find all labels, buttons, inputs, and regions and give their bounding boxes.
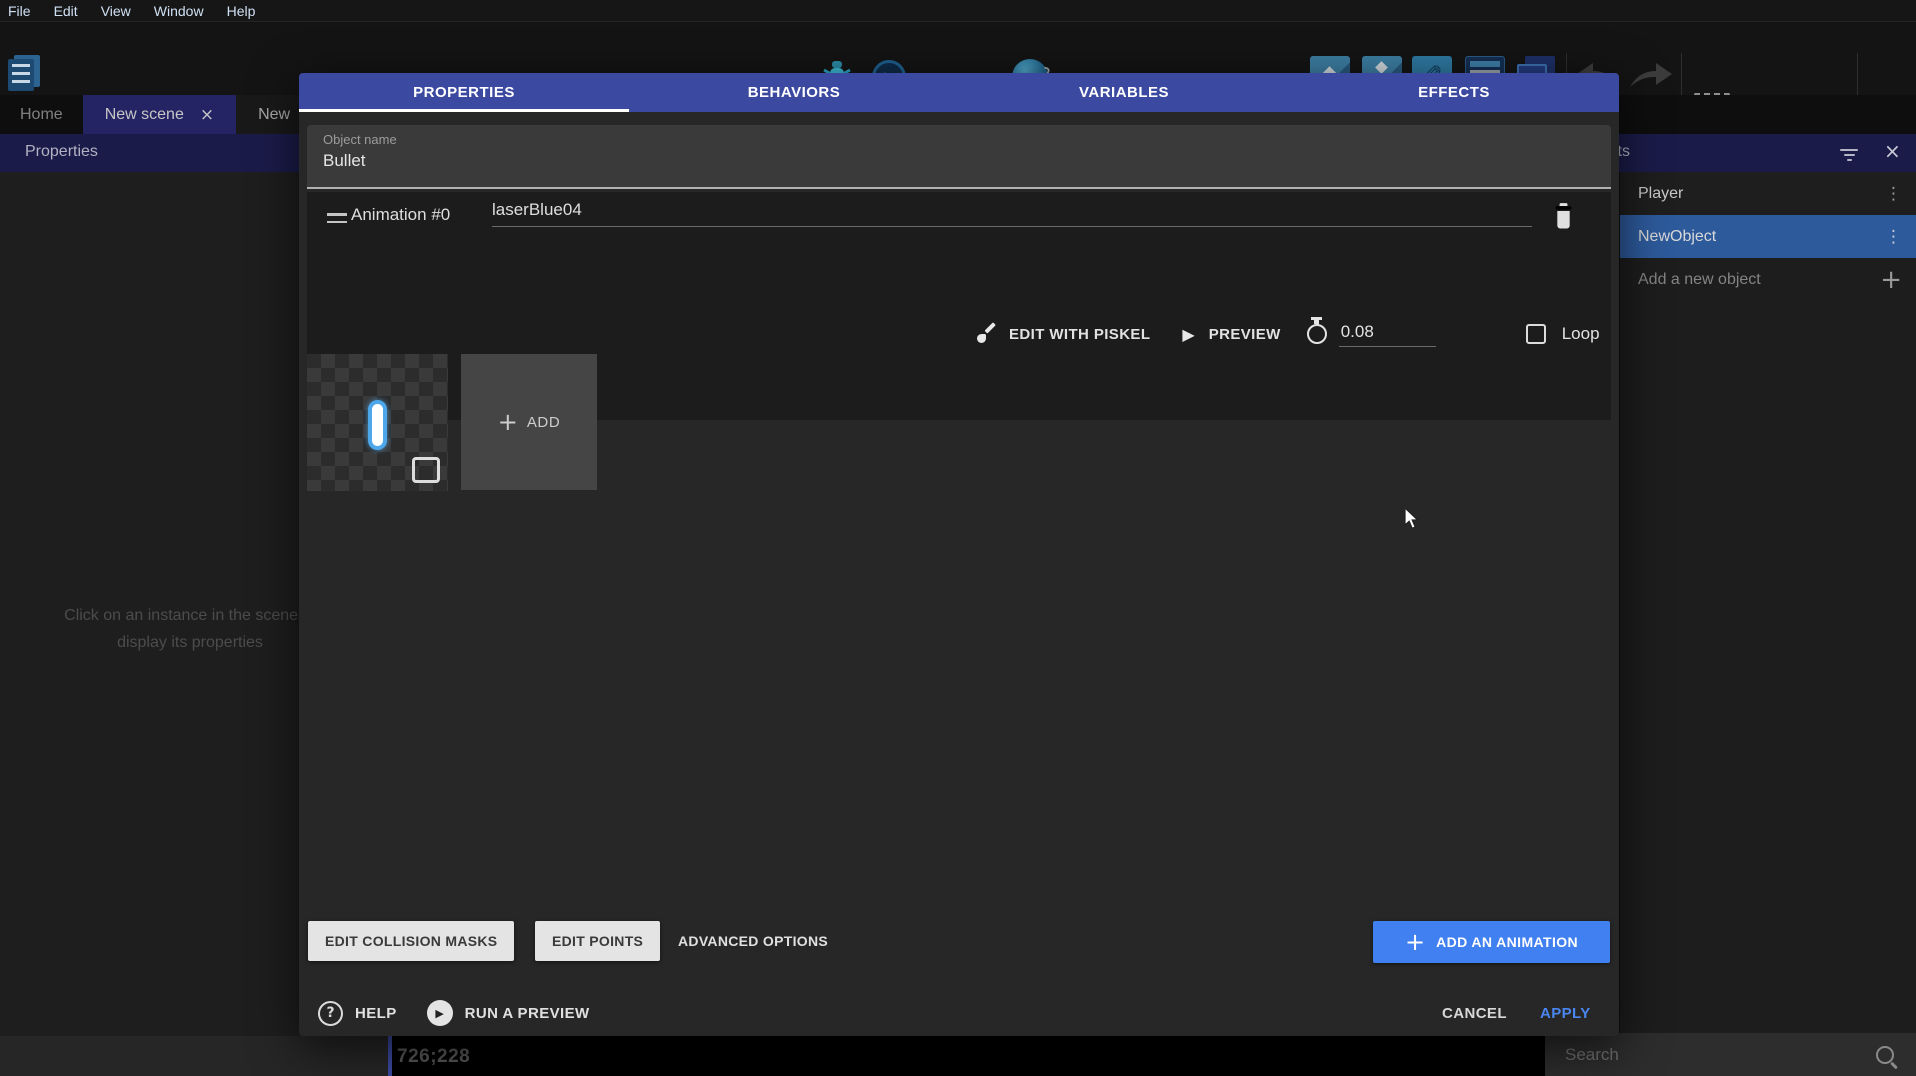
frame-thumbnail[interactable]: [307, 354, 448, 491]
tab-home[interactable]: Home: [0, 95, 83, 134]
menu-edit[interactable]: Edit: [54, 3, 91, 19]
edit-points-button[interactable]: EDIT POINTS: [535, 921, 660, 961]
run-preview-icon: ▶: [427, 1000, 453, 1026]
tab-effects[interactable]: EFFECTS: [1289, 73, 1619, 112]
plus-icon[interactable]: +: [1880, 265, 1902, 295]
advanced-options-button[interactable]: ADVANCED OPTIONS: [664, 921, 842, 961]
menu-file[interactable]: File: [8, 3, 44, 19]
menu-bar: File Edit View Window Help: [0, 0, 1916, 22]
animation-title: Animation #0: [351, 205, 450, 225]
object-name-label: Object name: [323, 132, 397, 147]
left-panel-footer: [0, 1036, 388, 1076]
object-name-input[interactable]: [323, 151, 1523, 171]
edit-with-piskel-button[interactable]: EDIT WITH PISKEL: [1009, 326, 1150, 343]
animation-card: Animation #0 EDIT WITH PISKEL ▶ PREVIEW …: [307, 192, 1611, 420]
search-input[interactable]: [1545, 1045, 1876, 1065]
search-icon[interactable]: [1876, 1046, 1894, 1064]
kebab-menu-icon[interactable]: ⋮: [1885, 184, 1902, 204]
dialog-tab-bar: PROPERTIES BEHAVIORS VARIABLES EFFECTS: [299, 73, 1619, 112]
kebab-menu-icon[interactable]: ⋮: [1885, 227, 1902, 247]
tab-new-scene[interactable]: New scene ×: [83, 95, 236, 134]
loop-label: Loop: [1562, 324, 1600, 344]
plus-icon: +: [498, 410, 518, 434]
properties-panel-title: Properties: [25, 143, 98, 161]
active-tab-underline: [299, 109, 629, 112]
toolbar-separator: [1681, 53, 1682, 99]
brush-icon: [977, 325, 995, 343]
time-between-frames-input[interactable]: [1339, 322, 1436, 347]
scene-canvas[interactable]: [392, 1036, 1545, 1076]
menu-view[interactable]: View: [101, 3, 144, 19]
dialog-footer-left: ? HELP ▶ RUN A PREVIEW: [318, 993, 590, 1033]
add-new-object-row[interactable]: Add a new object +: [1620, 258, 1916, 301]
tab-behaviors[interactable]: BEHAVIORS: [629, 73, 959, 112]
redo-icon[interactable]: [1630, 61, 1672, 93]
animation-name-input[interactable]: [492, 200, 1532, 227]
help-button[interactable]: HELP: [355, 1005, 397, 1022]
add-frame-button[interactable]: + ADD: [461, 354, 597, 490]
frame-checkbox[interactable]: [412, 457, 440, 483]
menu-help[interactable]: Help: [227, 3, 269, 19]
apply-button[interactable]: APPLY: [1540, 1005, 1591, 1022]
object-row-newobject-selected[interactable]: NewObject ⋮: [1620, 215, 1916, 258]
add-object-label: Add a new object: [1638, 271, 1761, 289]
project-manager-icon[interactable]: [8, 59, 34, 91]
object-editor-dialog: PROPERTIES BEHAVIORS VARIABLES EFFECTS O…: [299, 73, 1619, 1036]
object-row-player[interactable]: Player ⋮: [1620, 172, 1916, 215]
drag-handle-icon[interactable]: [327, 208, 347, 228]
object-name-field[interactable]: Object name: [307, 125, 1611, 189]
stopwatch-icon: [1307, 324, 1327, 344]
objects-panel: Player ⋮ NewObject ⋮ Add a new object +: [1620, 172, 1916, 1033]
animation-tools-row: EDIT WITH PISKEL ▶ PREVIEW Loop: [977, 315, 1600, 353]
edit-collision-masks-button[interactable]: EDIT COLLISION MASKS: [308, 921, 514, 961]
cursor-coordinates: 726;228: [397, 1046, 470, 1068]
object-name-label: Player: [1638, 185, 1683, 203]
object-name-label: NewObject: [1638, 228, 1716, 246]
run-a-preview-button[interactable]: RUN A PREVIEW: [465, 1005, 590, 1022]
menu-window[interactable]: Window: [154, 3, 217, 19]
close-tab-icon[interactable]: ×: [200, 105, 214, 125]
tab-variables[interactable]: VARIABLES: [959, 73, 1289, 112]
mouse-cursor: [1404, 508, 1424, 530]
toolbar-separator: [1857, 53, 1858, 99]
filter-icon[interactable]: [1840, 146, 1858, 164]
play-icon: ▶: [1182, 325, 1194, 344]
add-an-animation-button[interactable]: + ADD AN ANIMATION: [1373, 921, 1610, 963]
cancel-button[interactable]: CANCEL: [1442, 1005, 1507, 1022]
tab-properties[interactable]: PROPERTIES: [299, 73, 629, 112]
delete-animation-icon[interactable]: [1553, 202, 1574, 229]
preview-animation-button[interactable]: PREVIEW: [1209, 326, 1281, 343]
plus-icon: +: [1405, 930, 1425, 954]
help-icon: ?: [318, 1001, 343, 1026]
search-bar: [1545, 1033, 1916, 1076]
bullet-sprite-image: [368, 400, 387, 450]
close-panel-icon[interactable]: ×: [1884, 139, 1901, 163]
loop-checkbox[interactable]: [1526, 324, 1546, 344]
